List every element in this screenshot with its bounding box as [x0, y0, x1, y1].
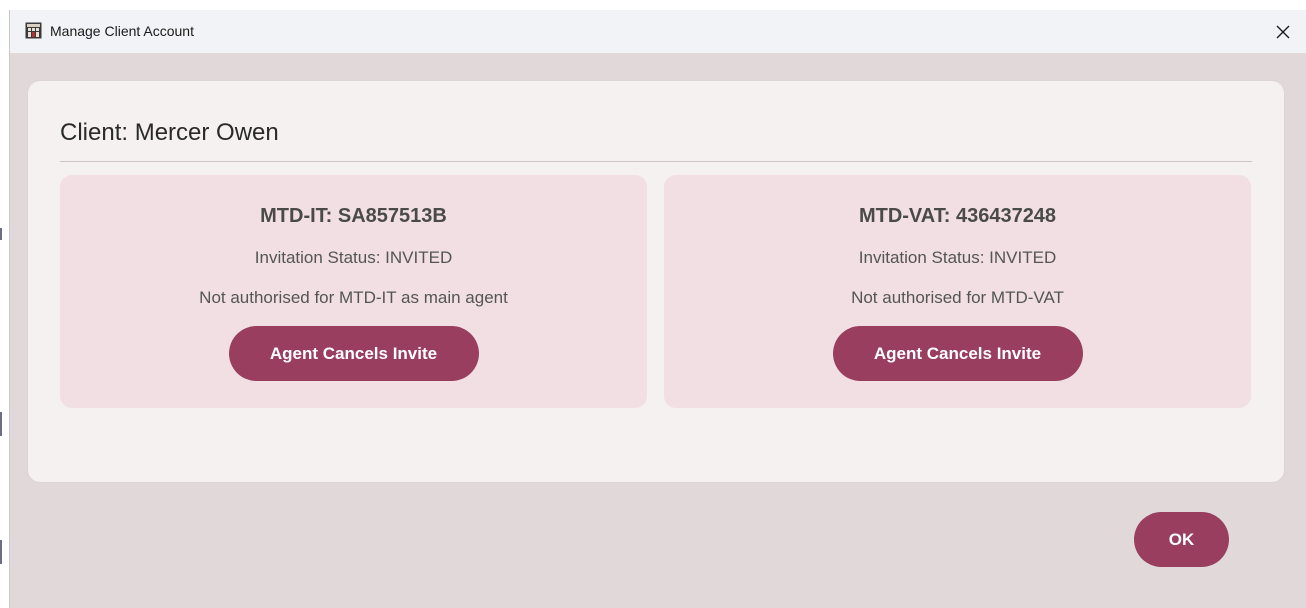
agent-cancels-invite-button[interactable]: Agent Cancels Invite: [832, 326, 1083, 381]
client-title: Client: Mercer Owen: [60, 119, 279, 146]
invitation-status: Invitation Status: INVITED: [858, 248, 1057, 267]
divider: [60, 161, 1252, 162]
authorisation-status: Not authorised for MTD-VAT: [851, 288, 1064, 307]
invitation-status: Invitation Status: INVITED: [254, 248, 453, 267]
mtd-it-panel: MTD-IT: SA857513B Invitation Status: INV…: [60, 175, 647, 408]
dialog-window: Manage Client Account Client: Mercer Owe…: [9, 10, 1306, 608]
panel-heading: MTD-IT: SA857513B: [260, 205, 447, 227]
window-title: Manage Client Account: [50, 23, 194, 39]
title-bar: Manage Client Account: [10, 10, 1306, 53]
background-edge-mark: [0, 412, 2, 436]
client-card: Client: Mercer Owen MTD-IT: SA857513B In…: [28, 81, 1284, 482]
panel-heading: MTD-VAT: 436437248: [858, 205, 1057, 227]
background-edge-mark: [0, 228, 2, 240]
close-button[interactable]: [1260, 10, 1306, 53]
background-edge-mark: [0, 540, 2, 564]
mtd-vat-panel: MTD-VAT: 436437248 Invitation Status: IN…: [664, 175, 1251, 408]
ok-button[interactable]: OK: [1134, 512, 1229, 567]
building-icon: [25, 22, 42, 39]
close-icon[interactable]: [1276, 25, 1290, 39]
agent-cancels-invite-button[interactable]: Agent Cancels Invite: [228, 326, 479, 381]
authorisation-status: Not authorised for MTD-IT as main agent: [199, 288, 508, 307]
